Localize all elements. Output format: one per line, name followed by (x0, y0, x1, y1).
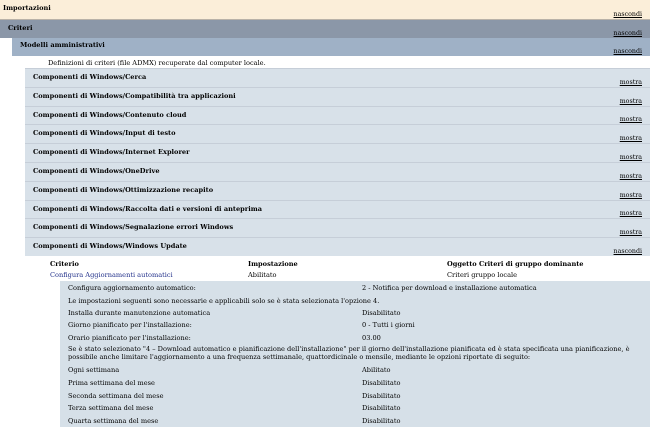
category-ottimizzazione-recapito: Componenti di Windows/Ottimizzazione rec… (25, 180, 650, 200)
section-title: Modelli amministrativi (20, 41, 105, 49)
show-link[interactable]: mostra (620, 173, 642, 180)
setting-value: 2 - Notifica per download e installazion… (362, 283, 537, 292)
setting-value: Abilitato (248, 270, 277, 279)
category-cerca: Componenti di Windows/Cerca mostra (25, 68, 650, 87)
hide-link[interactable]: nascondi (614, 248, 642, 255)
category-raccolta-dati: Componenti di Windows/Raccolta dati e ve… (25, 199, 650, 219)
show-link[interactable]: mostra (620, 98, 642, 105)
setting-note: Se è stato selezionato "4 – Download aut… (68, 345, 630, 361)
show-link[interactable]: mostra (620, 154, 642, 161)
category-internet-explorer: Componenti di Windows/Internet Explorer … (25, 143, 650, 162)
gpo-value: Criteri gruppo locale (447, 270, 518, 279)
category-title: Componenti di Windows/Input di testo (33, 129, 176, 138)
setting-label: Ogni settimana (68, 366, 120, 375)
setting-note: Le impostazioni seguenti sono necessarie… (68, 296, 380, 305)
section-title: Importazioni (3, 4, 51, 12)
setting-label: Installa durante manutenzione automatica (68, 308, 211, 317)
setting-label: Prima settimana del mese (68, 378, 155, 387)
show-link[interactable]: mostra (620, 210, 642, 217)
category-onedrive: Componenti di Windows/OneDrive mostra (25, 161, 650, 181)
section-title: Criteri (8, 24, 33, 32)
column-header-oggetto: Oggetto Criteri di gruppo dominante (447, 259, 584, 268)
category-title: Componenti di Windows/OneDrive (33, 166, 160, 175)
show-link[interactable]: mostra (620, 116, 642, 123)
setting-row: Seconda settimana del mese Disabilitato (68, 390, 650, 403)
category-title: Componenti di Windows/Segnalazione error… (33, 223, 234, 232)
category-title: Componenti di Windows/Ottimizzazione rec… (33, 185, 214, 194)
setting-row: Terza settimana del mese Disabilitato (68, 402, 650, 415)
category-title: Componenti di Windows/Compatibilità tra … (33, 91, 236, 100)
table-header: Criterio Impostazione Oggetto Criteri di… (25, 256, 650, 269)
policy-link[interactable]: Configura Aggiornamenti automatici (50, 271, 248, 279)
setting-value: Disabilitato (362, 416, 401, 425)
category-title: Componenti di Windows/Contenuto cloud (33, 110, 187, 119)
policy-settings-panel: Configura aggiornamento automatico: 2 - … (60, 280, 650, 428)
section-importazioni: Importazioni nascondi (0, 0, 650, 20)
setting-row: Configura aggiornamento automatico: 2 - … (68, 282, 650, 295)
category-input-testo: Componenti di Windows/Input di testo mos… (25, 124, 650, 144)
setting-value: Disabilitato (362, 378, 401, 387)
setting-label: Orario pianificato per l'installazione: (68, 333, 191, 342)
definitions-note: Definizioni di criteri (file ADMX) recup… (48, 56, 650, 68)
setting-row: Ogni settimana Abilitato (68, 364, 650, 377)
setting-value: Abilitato (362, 366, 391, 375)
setting-row: Installa durante manutenzione automatica… (68, 307, 650, 320)
section-criteri: Criteri nascondi (0, 20, 650, 38)
setting-label: Quarta settimana del mese (68, 416, 159, 425)
category-contenuto-cloud: Componenti di Windows/Contenuto cloud mo… (25, 105, 650, 125)
setting-row: Prima settimana del mese Disabilitato (68, 377, 650, 390)
column-header-impostazione: Impostazione (248, 259, 298, 268)
setting-label: Configura aggiornamento automatico: (68, 283, 196, 292)
setting-label: Seconda settimana del mese (68, 391, 164, 400)
setting-row: Orario pianificato per l'installazione: … (68, 332, 650, 345)
table-row: Configura Aggiornamenti automatici Abili… (25, 269, 650, 281)
category-title: Componenti di Windows/Internet Explorer (33, 148, 190, 157)
policy-table: Criterio Impostazione Oggetto Criteri di… (25, 255, 650, 281)
category-title: Componenti di Windows/Cerca (33, 73, 147, 81)
hide-link[interactable]: nascondi (614, 11, 642, 18)
setting-value: Disabilitato (362, 404, 401, 413)
setting-value: Disabilitato (362, 391, 401, 400)
show-link[interactable]: mostra (620, 135, 642, 142)
category-title: Componenti di Windows/Windows Update (33, 242, 187, 251)
category-compatibilita: Componenti di Windows/Compatibilità tra … (25, 86, 650, 106)
section-modelli-amministrativi: Modelli amministrativi nascondi (12, 38, 650, 56)
setting-row: Giorno pianificato per l'installazione: … (68, 319, 650, 332)
setting-value: Disabilitato (362, 308, 401, 317)
category-title: Componenti di Windows/Raccolta dati e ve… (33, 204, 263, 213)
hide-link[interactable]: nascondi (614, 30, 642, 37)
setting-value: 03.00 (362, 333, 381, 342)
setting-row: Quarta settimana del mese Disabilitato (68, 415, 650, 428)
category-windows-update: Componenti di Windows/Windows Update nas… (25, 237, 650, 256)
setting-label: Terza settimana del mese (68, 404, 154, 413)
setting-label: Giorno pianificato per l'installazione: (68, 321, 192, 330)
setting-value: 0 - Tutti i giorni (362, 321, 415, 330)
column-header-criterio: Criterio (50, 259, 79, 268)
show-link[interactable]: mostra (620, 229, 642, 236)
hide-link[interactable]: nascondi (614, 48, 642, 55)
show-link[interactable]: mostra (620, 79, 642, 86)
category-segnalazione-errori: Componenti di Windows/Segnalazione error… (25, 218, 650, 238)
show-link[interactable]: mostra (620, 192, 642, 199)
